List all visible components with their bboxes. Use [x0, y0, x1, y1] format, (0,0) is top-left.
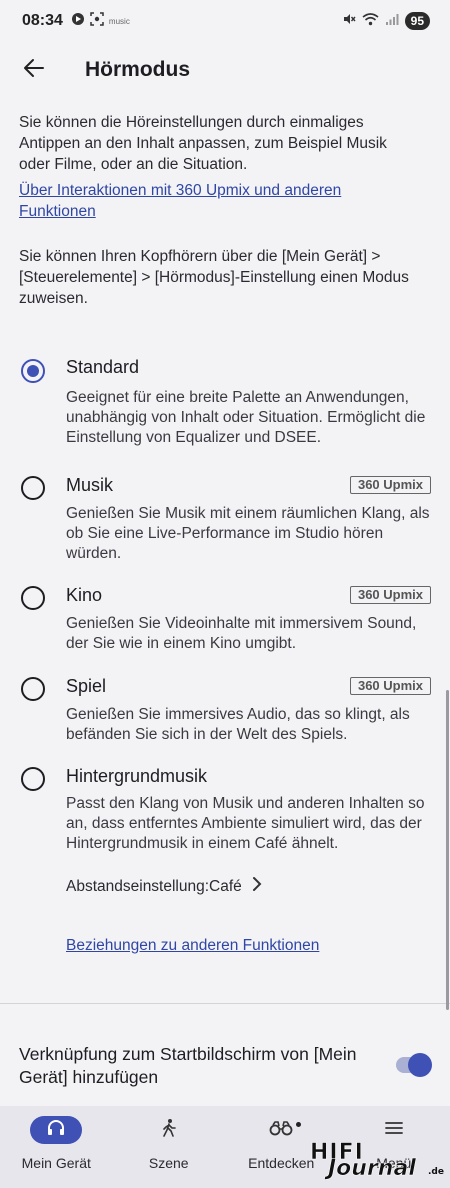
option-title: Hintergrundmusik: [66, 766, 208, 786]
upmix-badge: 360 Upmix: [350, 476, 431, 494]
option-description: Passt den Klang von Musik und anderen In…: [66, 795, 425, 852]
screenshot-icon: [90, 11, 104, 31]
upmix-info-link[interactable]: Über Interaktionen mit 360 Upmix und and…: [19, 182, 341, 220]
intro-text: Sie können die Höreinstellungen durch ei…: [19, 114, 387, 173]
arrow-left-icon: [23, 57, 45, 84]
nav-item-szene[interactable]: Szene: [113, 1106, 226, 1188]
watermark-bottom: Journal: [328, 1156, 416, 1182]
upmix-badge: 360 Upmix: [350, 586, 431, 604]
radio-kino[interactable]: [21, 586, 45, 610]
signal-icon: [385, 12, 399, 31]
battery-indicator: 95: [404, 12, 430, 30]
status-bar: 08:34 music 95: [0, 0, 450, 42]
scrollbar-thumb[interactable]: [446, 690, 449, 1010]
hifi-journal-watermark: HIFI Journal .de: [310, 1140, 444, 1182]
distance-setting-button[interactable]: Abstandseinstellung:Café: [66, 876, 262, 897]
radio-standard[interactable]: [21, 359, 45, 383]
wifi-icon: [362, 12, 379, 31]
page-title: Hörmodus: [85, 58, 190, 81]
option-description: Genießen Sie Musik mit einem räumlichen …: [66, 505, 430, 562]
walking-icon: [161, 1118, 177, 1143]
podcast-icon: [71, 12, 85, 31]
distance-setting-label: Abstandseinstellung:Café: [66, 877, 242, 895]
back-button[interactable]: [14, 50, 54, 90]
nav-item-mein-geraet[interactable]: Mein Gerät: [0, 1106, 113, 1188]
assign-mode-text: Sie können Ihren Kopfhörern über die [Me…: [19, 248, 409, 307]
option-description: Geeignet für eine breite Palette an Anwe…: [66, 389, 426, 446]
option-title: Musik: [66, 475, 114, 495]
option-description: Genießen Sie Videoinhalte mit immersivem…: [66, 615, 417, 652]
binoculars-icon: [269, 1120, 302, 1141]
relations-link[interactable]: Beziehungen zu anderen Funktionen: [66, 937, 319, 954]
radio-hintergrundmusik[interactable]: [21, 767, 45, 791]
option-title: Kino: [66, 585, 103, 605]
option-description: Genießen Sie immersives Audio, das so kl…: [66, 706, 410, 743]
shortcut-label: Verknüpfung zum Startbildschirm von [Mei…: [19, 1044, 357, 1087]
hamburger-menu-icon: [384, 1120, 404, 1141]
divider: [0, 1003, 450, 1004]
watermark-suffix: .de: [428, 1167, 444, 1177]
app-bar: Hörmodus: [0, 46, 450, 94]
shortcut-toggle[interactable]: [396, 1053, 432, 1077]
nav-label: Szene: [148, 1155, 189, 1171]
radio-musik[interactable]: [21, 476, 45, 500]
nav-label: Mein Gerät: [21, 1155, 91, 1171]
music-icon: music: [108, 16, 130, 26]
option-title: Standard: [66, 357, 140, 377]
upmix-badge: 360 Upmix: [350, 677, 431, 695]
mute-icon: [342, 12, 356, 31]
status-time: 08:34: [22, 12, 63, 29]
chevron-right-icon: [252, 876, 262, 897]
option-title: Spiel: [66, 676, 107, 696]
radio-spiel[interactable]: [21, 677, 45, 701]
notification-dot: [296, 1121, 302, 1127]
headphones-icon: [46, 1119, 66, 1142]
